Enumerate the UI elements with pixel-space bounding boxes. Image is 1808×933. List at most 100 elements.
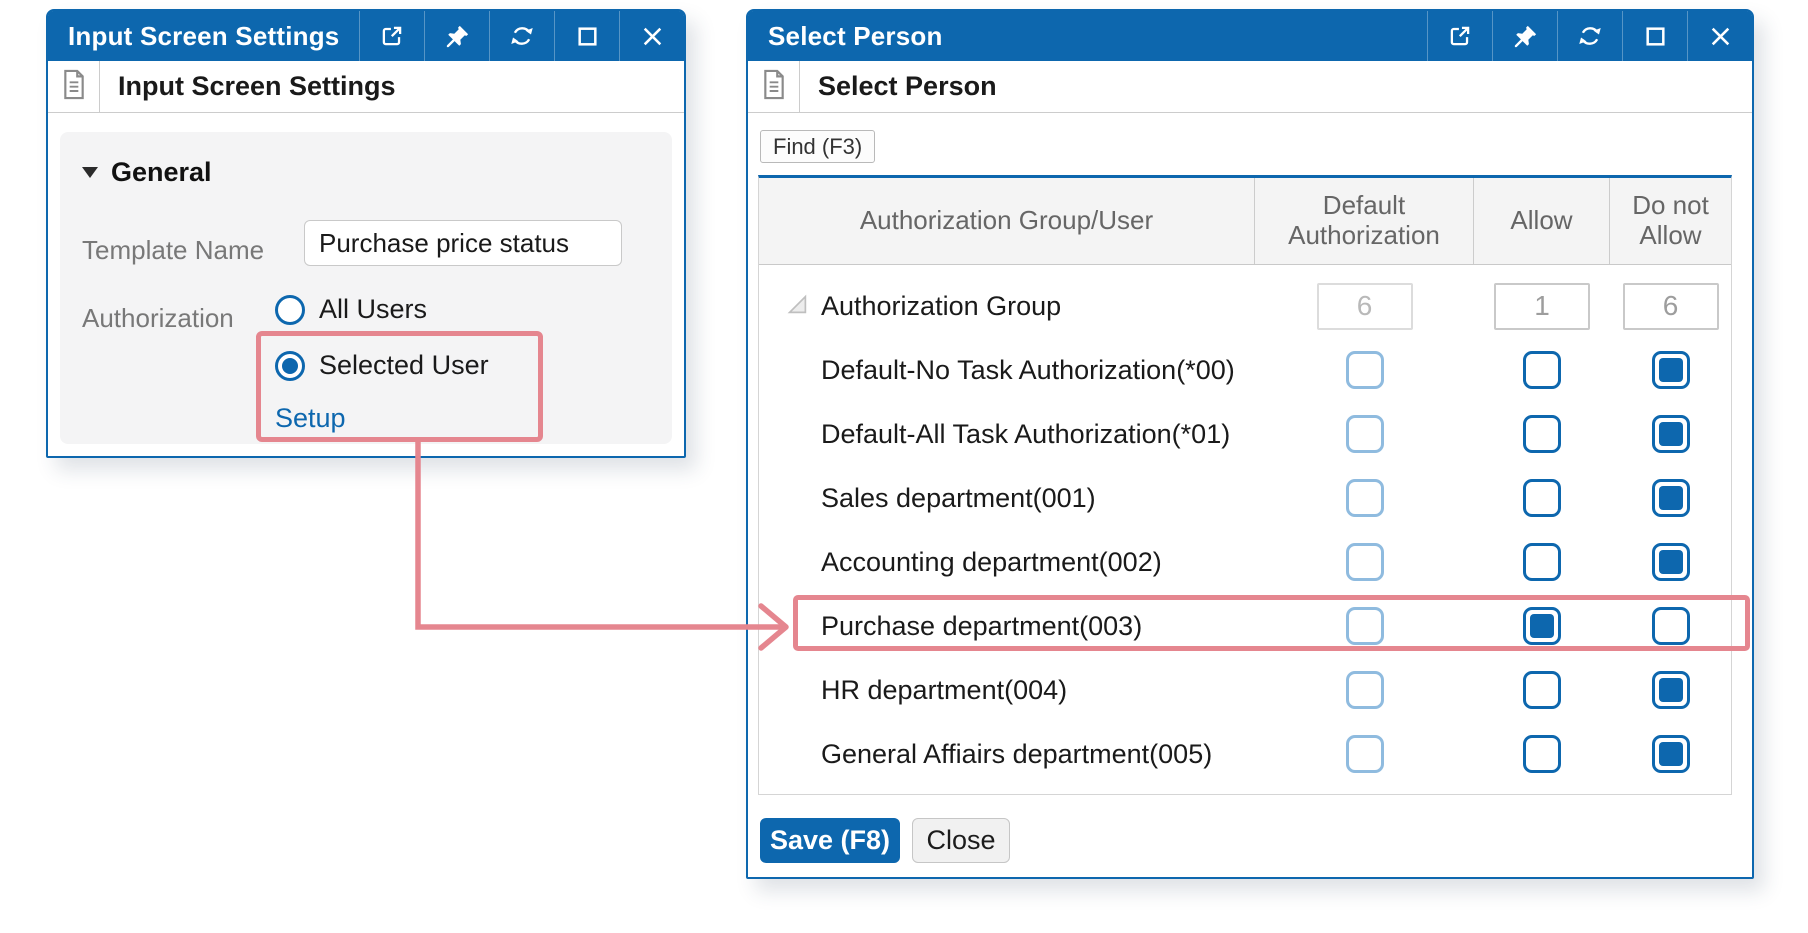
checkbox-default-authorization[interactable] [1346, 479, 1384, 517]
checkbox-do-not-allow[interactable] [1652, 479, 1690, 517]
table-header-row: Authorization Group/User Default Authori… [759, 178, 1731, 265]
right-dialog-titlebar: Select Person [748, 11, 1752, 61]
row-label: HR department(004) [759, 675, 1255, 706]
pin-button[interactable] [424, 11, 489, 61]
radio-selected-user[interactable]: Selected User [275, 350, 489, 381]
checkbox-allow[interactable] [1523, 607, 1561, 645]
page: Input Screen Settings [0, 0, 1808, 933]
find-button[interactable]: Find (F3) [760, 130, 875, 163]
checkbox-do-not-allow[interactable] [1652, 735, 1690, 773]
default-authorization-count-box[interactable]: 6 [1317, 283, 1413, 330]
close-button[interactable] [619, 11, 684, 61]
table-row: Default-No Task Authorization(*00) [759, 338, 1731, 402]
maximize-icon [575, 24, 600, 49]
document-icon [761, 69, 787, 105]
open-in-new-window-button[interactable] [1427, 11, 1492, 61]
left-dialog-doc-title: Input Screen Settings [100, 61, 396, 112]
document-icon-cell [748, 61, 800, 112]
column-header-allow[interactable]: Allow [1474, 178, 1610, 264]
refresh-icon [1577, 23, 1603, 49]
radio-selected-user-label: Selected User [319, 350, 489, 381]
checkbox-do-not-allow[interactable] [1652, 607, 1690, 645]
checkbox-allow[interactable] [1523, 543, 1561, 581]
checkbox-do-not-allow[interactable] [1652, 415, 1690, 453]
checkbox-do-not-allow[interactable] [1652, 543, 1690, 581]
table-row: Accounting department(002) [759, 530, 1731, 594]
authorization-table: Authorization Group/User Default Authori… [758, 175, 1732, 795]
section-general-label: General [111, 157, 212, 188]
open-in-new-window-icon [1447, 23, 1473, 49]
save-button[interactable]: Save (F8) [760, 818, 900, 863]
close-button[interactable] [1687, 11, 1752, 61]
right-titlebar-buttons [1427, 11, 1752, 61]
maximize-button[interactable] [1622, 11, 1687, 61]
select-person-dialog: Select Person [746, 9, 1754, 879]
right-dialog-title: Select Person [748, 11, 1427, 61]
table-row: Sales department(001) [759, 466, 1731, 530]
pin-button[interactable] [1492, 11, 1557, 61]
checkbox-allow[interactable] [1523, 351, 1561, 389]
left-dialog-titlebar: Input Screen Settings [48, 11, 684, 61]
table-body: Authorization Group 6 1 6 Default-No Tas… [759, 265, 1731, 794]
column-header-authorization-group-user[interactable]: Authorization Group/User [759, 178, 1255, 264]
row-label: Sales department(001) [759, 483, 1255, 514]
document-icon-cell [48, 61, 100, 112]
left-titlebar-buttons [359, 11, 684, 61]
row-label: Default-All Task Authorization(*01) [759, 419, 1255, 450]
radio-selected-user-circle[interactable] [275, 351, 305, 381]
radio-all-users[interactable]: All Users [275, 294, 427, 325]
collapse-triangle-icon[interactable] [787, 291, 808, 322]
allow-count-box[interactable]: 1 [1494, 283, 1590, 330]
open-in-new-window-button[interactable] [359, 11, 424, 61]
checkbox-do-not-allow[interactable] [1652, 671, 1690, 709]
checkbox-allow[interactable] [1523, 735, 1561, 773]
chevron-down-icon [82, 167, 98, 178]
table-row: Default-All Task Authorization(*01) [759, 402, 1731, 466]
close-button-footer[interactable]: Close [912, 818, 1010, 863]
checkbox-allow[interactable] [1523, 671, 1561, 709]
close-icon [1708, 24, 1733, 49]
template-name-label: Template Name [82, 235, 264, 266]
checkbox-default-authorization[interactable] [1346, 543, 1384, 581]
checkbox-allow[interactable] [1523, 479, 1561, 517]
do-not-allow-count-box[interactable]: 6 [1623, 283, 1719, 330]
checkbox-default-authorization[interactable] [1346, 415, 1384, 453]
authorization-label: Authorization [82, 303, 234, 334]
checkbox-default-authorization[interactable] [1346, 735, 1384, 773]
checkbox-default-authorization[interactable] [1346, 351, 1384, 389]
column-header-default-authorization[interactable]: Default Authorization [1255, 178, 1474, 264]
checkbox-do-not-allow[interactable] [1652, 351, 1690, 389]
template-name-input[interactable] [304, 220, 622, 266]
column-header-do-not-allow[interactable]: Do not Allow [1610, 178, 1731, 264]
row-label: Purchase department(003) [759, 611, 1255, 642]
checkbox-default-authorization[interactable] [1346, 607, 1384, 645]
pin-icon [445, 24, 470, 49]
table-row-purchase-department: Purchase department(003) [759, 594, 1731, 658]
table-row: HR department(004) [759, 658, 1731, 722]
right-dialog-subheader: Select Person [748, 61, 1752, 113]
checkbox-default-authorization[interactable] [1346, 671, 1384, 709]
refresh-icon [509, 23, 535, 49]
refresh-button[interactable] [489, 11, 554, 61]
row-label: Default-No Task Authorization(*00) [759, 355, 1255, 386]
radio-all-users-label: All Users [319, 294, 427, 325]
table-group-row: Authorization Group 6 1 6 [759, 274, 1731, 338]
radio-all-users-circle[interactable] [275, 295, 305, 325]
maximize-button[interactable] [554, 11, 619, 61]
document-icon [61, 69, 87, 105]
setup-link[interactable]: Setup [275, 403, 346, 434]
row-label: General Affiairs department(005) [759, 739, 1255, 770]
close-icon [640, 24, 665, 49]
maximize-icon [1643, 24, 1668, 49]
left-dialog-subheader: Input Screen Settings [48, 61, 684, 113]
pin-icon [1513, 24, 1538, 49]
group-row-label: Authorization Group [821, 291, 1061, 322]
right-dialog-doc-title: Select Person [800, 61, 997, 112]
left-dialog-title: Input Screen Settings [48, 11, 359, 61]
checkbox-allow[interactable] [1523, 415, 1561, 453]
section-general-toggle[interactable]: General [82, 157, 212, 188]
row-label: Accounting department(002) [759, 547, 1255, 578]
group-row-label-cell: Authorization Group [759, 291, 1255, 322]
refresh-button[interactable] [1557, 11, 1622, 61]
input-screen-settings-dialog: Input Screen Settings [46, 9, 686, 458]
